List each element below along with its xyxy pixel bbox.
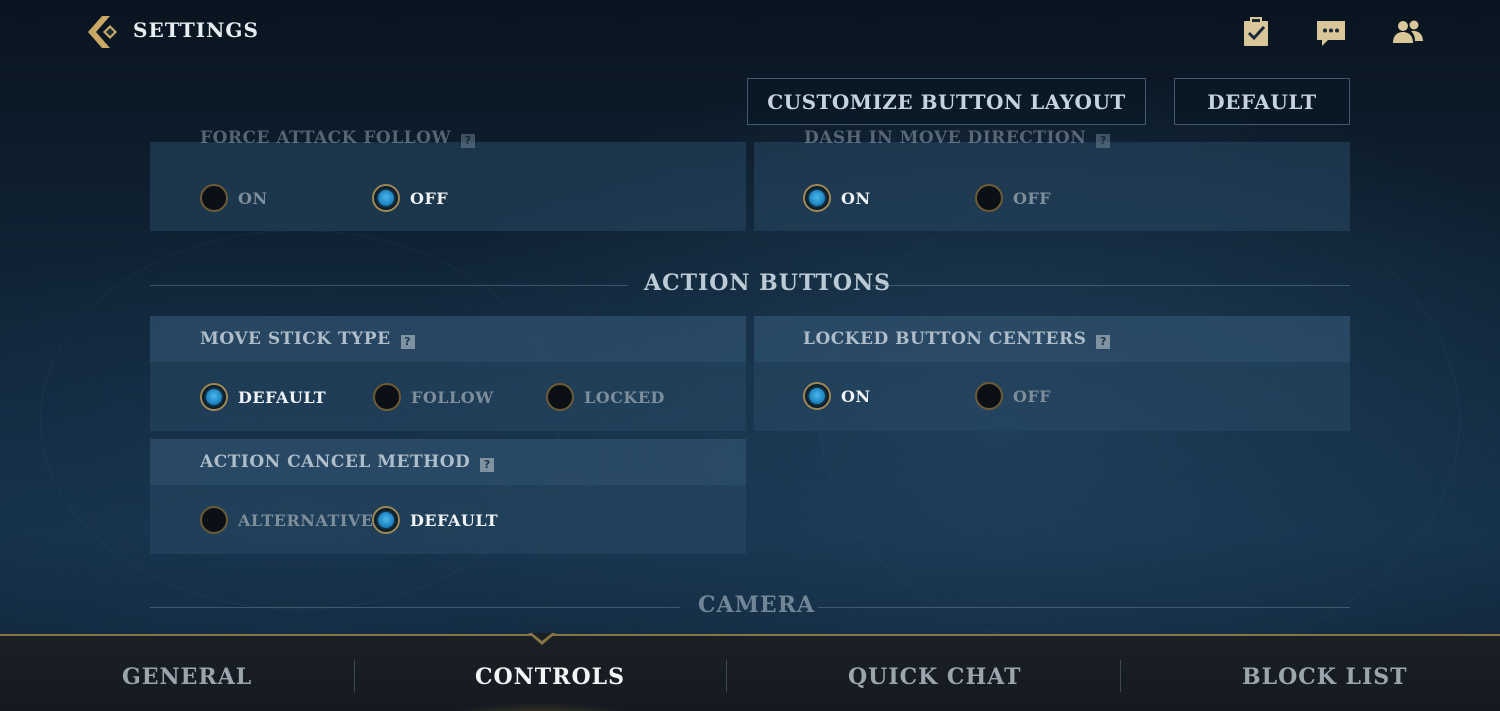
section-divider <box>150 285 628 286</box>
tab-quick-chat[interactable]: QUICK CHAT <box>848 664 1021 690</box>
option-label: ON <box>841 386 871 406</box>
radio-button-selected[interactable] <box>372 506 400 534</box>
panel-title: LOCKED BUTTON CENTERS <box>803 329 1087 349</box>
help-icon[interactable]: ? <box>400 335 415 349</box>
option-label: OFF <box>1013 386 1052 406</box>
friends-button[interactable] <box>1390 14 1426 50</box>
radio-button[interactable] <box>373 383 401 411</box>
missions-button[interactable] <box>1238 14 1274 50</box>
option-label: DEFAULT <box>238 387 327 407</box>
tab-separator <box>354 660 355 692</box>
option-label: OFF <box>1013 188 1052 208</box>
option-label: LOCKED <box>584 387 665 407</box>
customize-button-layout-button[interactable]: CUSTOMIZE BUTTON LAYOUT <box>747 78 1146 125</box>
chat-button[interactable] <box>1313 14 1349 50</box>
chat-icon <box>1317 21 1345 46</box>
bottom-tab-bar: GENERAL CONTROLS QUICK CHAT BLOCK LIST <box>0 633 1500 711</box>
panel-dash-in-move-direction: DASH IN MOVE DIRECTION? ON OFF <box>754 128 1350 231</box>
radio-button-selected[interactable] <box>372 184 400 212</box>
option-on[interactable]: ON <box>200 184 268 212</box>
option-alternative[interactable]: ALTERNATIVE <box>200 506 373 534</box>
checklist-icon <box>1244 17 1268 46</box>
radio-button[interactable] <box>200 184 228 212</box>
radio-button[interactable] <box>546 383 574 411</box>
help-icon[interactable]: ? <box>461 134 476 148</box>
help-icon[interactable]: ? <box>480 458 495 472</box>
option-default[interactable]: DEFAULT <box>200 383 326 411</box>
radio-button-selected[interactable] <box>200 383 228 411</box>
section-divider <box>818 607 1350 608</box>
option-off[interactable]: OFF <box>975 184 1051 212</box>
option-off[interactable]: OFF <box>975 382 1051 410</box>
tab-controls[interactable]: CONTROLS <box>475 664 625 690</box>
tab-separator <box>1120 660 1121 692</box>
radio-button[interactable] <box>975 382 1003 410</box>
help-icon[interactable]: ? <box>1096 134 1111 148</box>
panel-action-cancel-method: ACTION CANCEL METHOD? ALTERNATIVE DEFAUL… <box>150 439 746 554</box>
panel-title: MOVE STICK TYPE <box>200 329 391 349</box>
option-label: OFF <box>410 188 449 208</box>
option-label: ON <box>238 188 268 208</box>
option-locked[interactable]: LOCKED <box>546 383 665 411</box>
help-icon[interactable]: ? <box>1096 335 1111 349</box>
panel-title: DASH IN MOVE DIRECTION <box>804 128 1087 148</box>
option-on[interactable]: ON <box>803 184 871 212</box>
radio-button-selected[interactable] <box>803 184 831 212</box>
section-title-camera: CAMERA <box>698 592 816 618</box>
back-button[interactable] <box>84 12 124 52</box>
option-follow[interactable]: FOLLOW <box>373 383 494 411</box>
panel-title: FORCE ATTACK FOLLOW <box>200 128 452 148</box>
panel-title: ACTION CANCEL METHOD <box>200 452 471 472</box>
default-button[interactable]: DEFAULT <box>1174 78 1350 125</box>
friends-icon <box>1393 20 1423 43</box>
option-off[interactable]: OFF <box>372 184 448 212</box>
option-on[interactable]: ON <box>803 382 871 410</box>
option-label: ALTERNATIVE <box>238 510 374 530</box>
radio-button[interactable] <box>200 506 228 534</box>
radio-button-selected[interactable] <box>803 382 831 410</box>
panel-force-attack-follow: FORCE ATTACK FOLLOW? ON OFF <box>150 128 746 231</box>
tab-block-list[interactable]: BLOCK LIST <box>1242 664 1408 690</box>
section-divider <box>872 285 1350 286</box>
tab-general[interactable]: GENERAL <box>122 664 252 690</box>
top-bar: SETTINGS <box>0 0 1500 64</box>
back-arrow-icon <box>88 16 117 48</box>
option-label: FOLLOW <box>411 387 494 407</box>
page-title: SETTINGS <box>133 18 259 42</box>
tab-separator <box>726 660 727 692</box>
section-title-action-buttons: ACTION BUTTONS <box>644 270 892 296</box>
option-label: ON <box>841 188 871 208</box>
option-default[interactable]: DEFAULT <box>372 506 498 534</box>
option-label: DEFAULT <box>410 510 499 530</box>
section-divider <box>150 607 680 608</box>
radio-button[interactable] <box>975 184 1003 212</box>
panel-move-stick-type: MOVE STICK TYPE? DEFAULT FOLLOW LOCKED <box>150 316 746 431</box>
panel-locked-button-centers: LOCKED BUTTON CENTERS? ON OFF <box>754 316 1350 431</box>
